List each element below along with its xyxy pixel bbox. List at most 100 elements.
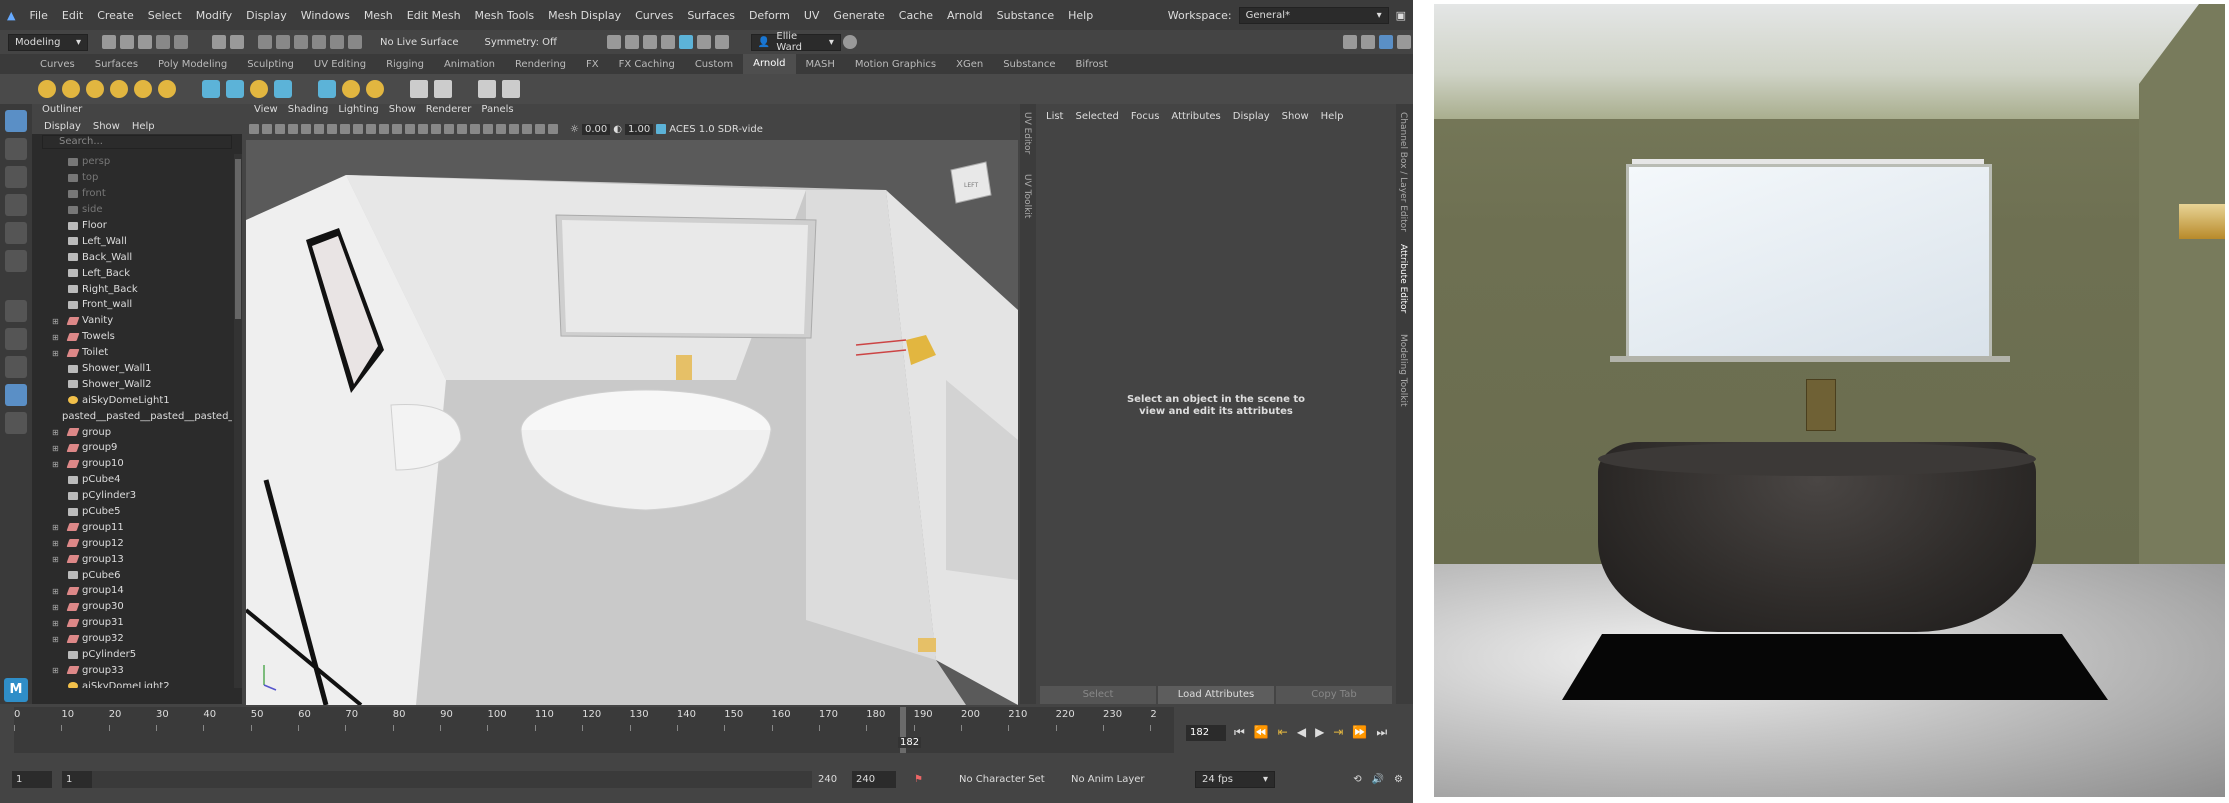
channel-box-toggle-icon[interactable] xyxy=(1379,35,1393,49)
camera-attributes-icon[interactable] xyxy=(262,124,272,134)
attribute-editor-tab[interactable]: Attribute Editor xyxy=(1398,244,1408,313)
move-tool-icon[interactable] xyxy=(5,194,27,216)
menu-uv[interactable]: UV xyxy=(797,9,827,22)
play-backwards-icon[interactable]: ◀ xyxy=(1297,725,1306,740)
animation-prefs-icon[interactable]: ⚙ xyxy=(1394,774,1403,785)
snap-curve-icon[interactable] xyxy=(276,35,290,49)
outliner-item[interactable]: ⊞ group12 xyxy=(32,535,232,551)
select-button[interactable]: Select xyxy=(1040,686,1156,704)
scene-start-input[interactable]: 1 xyxy=(12,770,52,788)
ambient-occlusion-icon[interactable] xyxy=(470,124,480,134)
attribute-menu-list[interactable]: List xyxy=(1046,111,1063,122)
redo-icon[interactable] xyxy=(174,35,188,49)
step-forward-key-icon[interactable]: ⏩ xyxy=(1352,725,1367,740)
outliner-item[interactable]: ⊞ group31 xyxy=(32,615,232,631)
menu-windows[interactable]: Windows xyxy=(294,9,357,22)
expand-icon[interactable]: ⊞ xyxy=(52,555,62,564)
menu-mesh[interactable]: Mesh xyxy=(357,9,400,22)
attribute-menu-attributes[interactable]: Attributes xyxy=(1171,111,1220,122)
ipr-render-icon[interactable] xyxy=(642,35,657,49)
channel-box-tab[interactable]: Channel Box / Layer Editor xyxy=(1398,112,1408,232)
viewport-menu-renderer[interactable]: Renderer xyxy=(426,104,472,118)
outliner-menu-display[interactable]: Display xyxy=(44,121,81,132)
menu-deform[interactable]: Deform xyxy=(742,9,797,22)
snap-surface-icon[interactable] xyxy=(330,35,344,49)
shelf-tab-rigging[interactable]: Rigging xyxy=(376,59,434,70)
expand-icon[interactable]: ⊞ xyxy=(52,666,62,675)
menu-mesh-tools[interactable]: Mesh Tools xyxy=(468,9,542,22)
copy-tab-button[interactable]: Copy Tab xyxy=(1276,686,1392,704)
shelf-tab-rendering[interactable]: Rendering xyxy=(505,59,576,70)
expand-icon[interactable]: ⊞ xyxy=(52,333,62,342)
outliner-item[interactable]: aiSkyDomeLight1 xyxy=(32,392,232,408)
image-plane-icon[interactable] xyxy=(288,124,298,134)
menu-modify[interactable]: Modify xyxy=(189,9,239,22)
smooth-shade-icon[interactable] xyxy=(405,124,415,134)
photometric-light-icon[interactable] xyxy=(134,80,152,98)
go-to-end-icon[interactable]: ⏭ xyxy=(1376,725,1387,740)
viewport-menu-view[interactable]: View xyxy=(254,104,278,118)
standard-surface-icon[interactable] xyxy=(202,80,220,98)
xray-icon[interactable] xyxy=(522,124,532,134)
lock-icon[interactable]: ▣ xyxy=(1389,9,1413,22)
safe-action-icon[interactable] xyxy=(366,124,376,134)
outliner-item[interactable]: ⊞ group13 xyxy=(32,551,232,567)
shelf-tab-uv-editing[interactable]: UV Editing xyxy=(304,59,376,70)
shelf-tab-animation[interactable]: Animation xyxy=(434,59,505,70)
outliner-item[interactable]: Right_Back xyxy=(32,281,232,297)
shelf-tab-surfaces[interactable]: Surfaces xyxy=(85,59,148,70)
modeling-toolkit-tab[interactable]: Modeling Toolkit xyxy=(1398,334,1408,407)
outliner-item[interactable]: pCylinder3 xyxy=(32,488,232,504)
menu-generate[interactable]: Generate xyxy=(826,9,891,22)
gate-mask-icon[interactable] xyxy=(340,124,350,134)
expand-icon[interactable]: ⊞ xyxy=(52,523,62,532)
outliner-layout-icon[interactable] xyxy=(5,356,27,378)
save-scene-icon[interactable] xyxy=(138,35,152,49)
workspace-dropdown[interactable]: General* ▾ xyxy=(1238,6,1389,24)
outliner-item[interactable]: aiSkyDomeLight2 xyxy=(32,678,232,688)
shelf-tab-motion-graphics[interactable]: Motion Graphics xyxy=(845,59,946,70)
live-surface-label[interactable]: No Live Surface xyxy=(372,37,466,48)
outliner-item[interactable]: Shower_Wall1 xyxy=(32,361,232,377)
menu-create[interactable]: Create xyxy=(90,9,141,22)
viewport-menu-shading[interactable]: Shading xyxy=(288,104,329,118)
outliner-item[interactable]: Shower_Wall2 xyxy=(32,376,232,392)
film-gate-icon[interactable] xyxy=(314,124,324,134)
outliner-item[interactable]: ⊞ group xyxy=(32,424,232,440)
maya-logo-icon[interactable]: ▲ xyxy=(0,9,22,22)
select-by-object-icon[interactable] xyxy=(230,35,244,49)
outliner-item[interactable]: pCube6 xyxy=(32,567,232,583)
select-tool-icon[interactable] xyxy=(5,110,27,132)
textured-icon[interactable] xyxy=(431,124,441,134)
menu-arnold[interactable]: Arnold xyxy=(940,9,990,22)
wireframe-on-shaded-icon[interactable] xyxy=(418,124,428,134)
play-render-icon[interactable] xyxy=(502,80,520,98)
expand-icon[interactable]: ⊞ xyxy=(52,428,62,437)
settings-icon[interactable] xyxy=(1397,35,1411,49)
outliner-item[interactable]: ⊞ Towels xyxy=(32,329,232,345)
shelf-tab-poly-modeling[interactable]: Poly Modeling xyxy=(148,59,237,70)
rotate-tool-icon[interactable] xyxy=(5,222,27,244)
outliner-item[interactable]: Left_Back xyxy=(32,265,232,281)
render-settings-icon[interactable] xyxy=(660,35,675,49)
anti-aliasing-icon[interactable] xyxy=(496,124,506,134)
arnold-light-icon[interactable] xyxy=(38,80,56,98)
xray-joints-icon[interactable] xyxy=(535,124,545,134)
wireframe-icon[interactable] xyxy=(392,124,402,134)
field-chart-icon[interactable] xyxy=(353,124,363,134)
outliner-item[interactable]: pCube5 xyxy=(32,504,232,520)
outliner-item[interactable]: top xyxy=(32,170,232,186)
menu-cache[interactable]: Cache xyxy=(892,9,940,22)
outliner-scroll-thumb[interactable] xyxy=(235,159,241,319)
user-account-dropdown[interactable]: 👤 Ellie Ward ▾ xyxy=(750,31,841,53)
shelf-tab-curves[interactable]: Curves xyxy=(30,59,85,70)
shelf-tab-sculpting[interactable]: Sculpting xyxy=(237,59,304,70)
expand-icon[interactable]: ⊞ xyxy=(52,619,62,628)
shelf-tab-arnold[interactable]: Arnold xyxy=(743,54,796,74)
outliner-item[interactable]: ⊞ group14 xyxy=(32,583,232,599)
shelf-tab-fx-caching[interactable]: FX Caching xyxy=(609,59,685,70)
go-to-start-icon[interactable]: ⏮ xyxy=(1234,725,1245,740)
mode-dropdown[interactable]: Modeling ▾ xyxy=(8,33,88,51)
four-view-icon[interactable] xyxy=(5,328,27,350)
menu-curves[interactable]: Curves xyxy=(628,9,680,22)
